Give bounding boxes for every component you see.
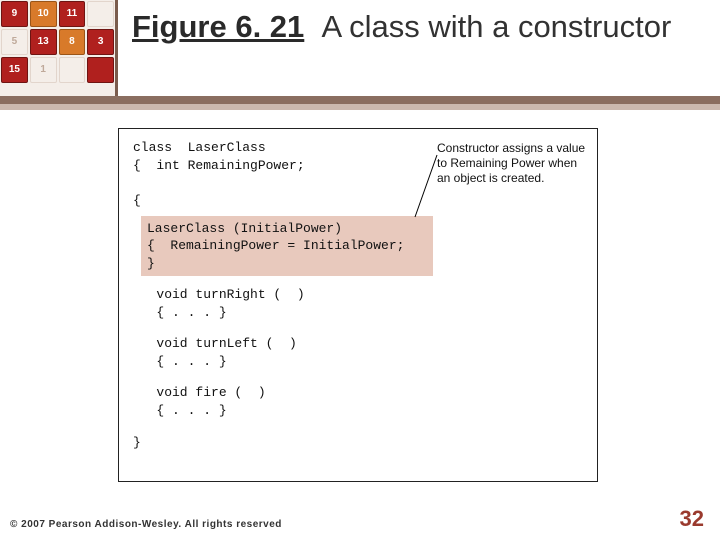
decor-tile: 9 bbox=[1, 1, 28, 27]
decor-tile: 11 bbox=[59, 1, 86, 27]
annotation-text: Constructor assigns a value to Remaining… bbox=[437, 141, 587, 186]
decor-tile: 1 bbox=[30, 57, 57, 83]
decor-tile: 15 bbox=[1, 57, 28, 83]
annotation-line bbox=[419, 155, 439, 225]
code-line: { . . . } bbox=[133, 402, 583, 420]
code-line: void turnLeft ( ) bbox=[133, 335, 583, 353]
header-strip bbox=[0, 96, 720, 104]
code-line: } bbox=[147, 255, 427, 273]
figure-box: class LaserClass { int RemainingPower; {… bbox=[118, 128, 598, 482]
copyright-footer: © 2007 Pearson Addison-Wesley. All right… bbox=[10, 519, 282, 530]
code-line: LaserClass (InitialPower) bbox=[147, 220, 427, 238]
decor-tile bbox=[87, 57, 114, 83]
code-line: void fire ( ) bbox=[133, 384, 583, 402]
decor-tile bbox=[87, 1, 114, 27]
figure-caption: A class with a constructor bbox=[322, 9, 672, 44]
decor-tile bbox=[59, 57, 86, 83]
decor-tile: 5 bbox=[1, 29, 28, 55]
code-line: } bbox=[133, 434, 583, 452]
header-strip-light bbox=[0, 104, 720, 110]
decor-tile: 8 bbox=[59, 29, 86, 55]
decor-tiles: 91011 51383 151 bbox=[0, 0, 118, 104]
page-number: 32 bbox=[680, 506, 704, 532]
code-brace: { bbox=[133, 192, 583, 210]
constructor-highlight: LaserClass (InitialPower) { RemainingPow… bbox=[141, 216, 433, 277]
code-line: { RemainingPower = InitialPower; bbox=[147, 237, 427, 255]
code-line: void turnRight ( ) bbox=[133, 286, 583, 304]
code-line: { . . . } bbox=[133, 353, 583, 371]
slide-title: Figure 6. 21 A class with a constructor bbox=[132, 8, 692, 47]
decor-tile: 3 bbox=[87, 29, 114, 55]
figure-label: Figure 6. 21 bbox=[132, 9, 304, 44]
code-line: { . . . } bbox=[133, 304, 583, 322]
decor-tile: 13 bbox=[30, 29, 57, 55]
decor-tile: 10 bbox=[30, 1, 57, 27]
